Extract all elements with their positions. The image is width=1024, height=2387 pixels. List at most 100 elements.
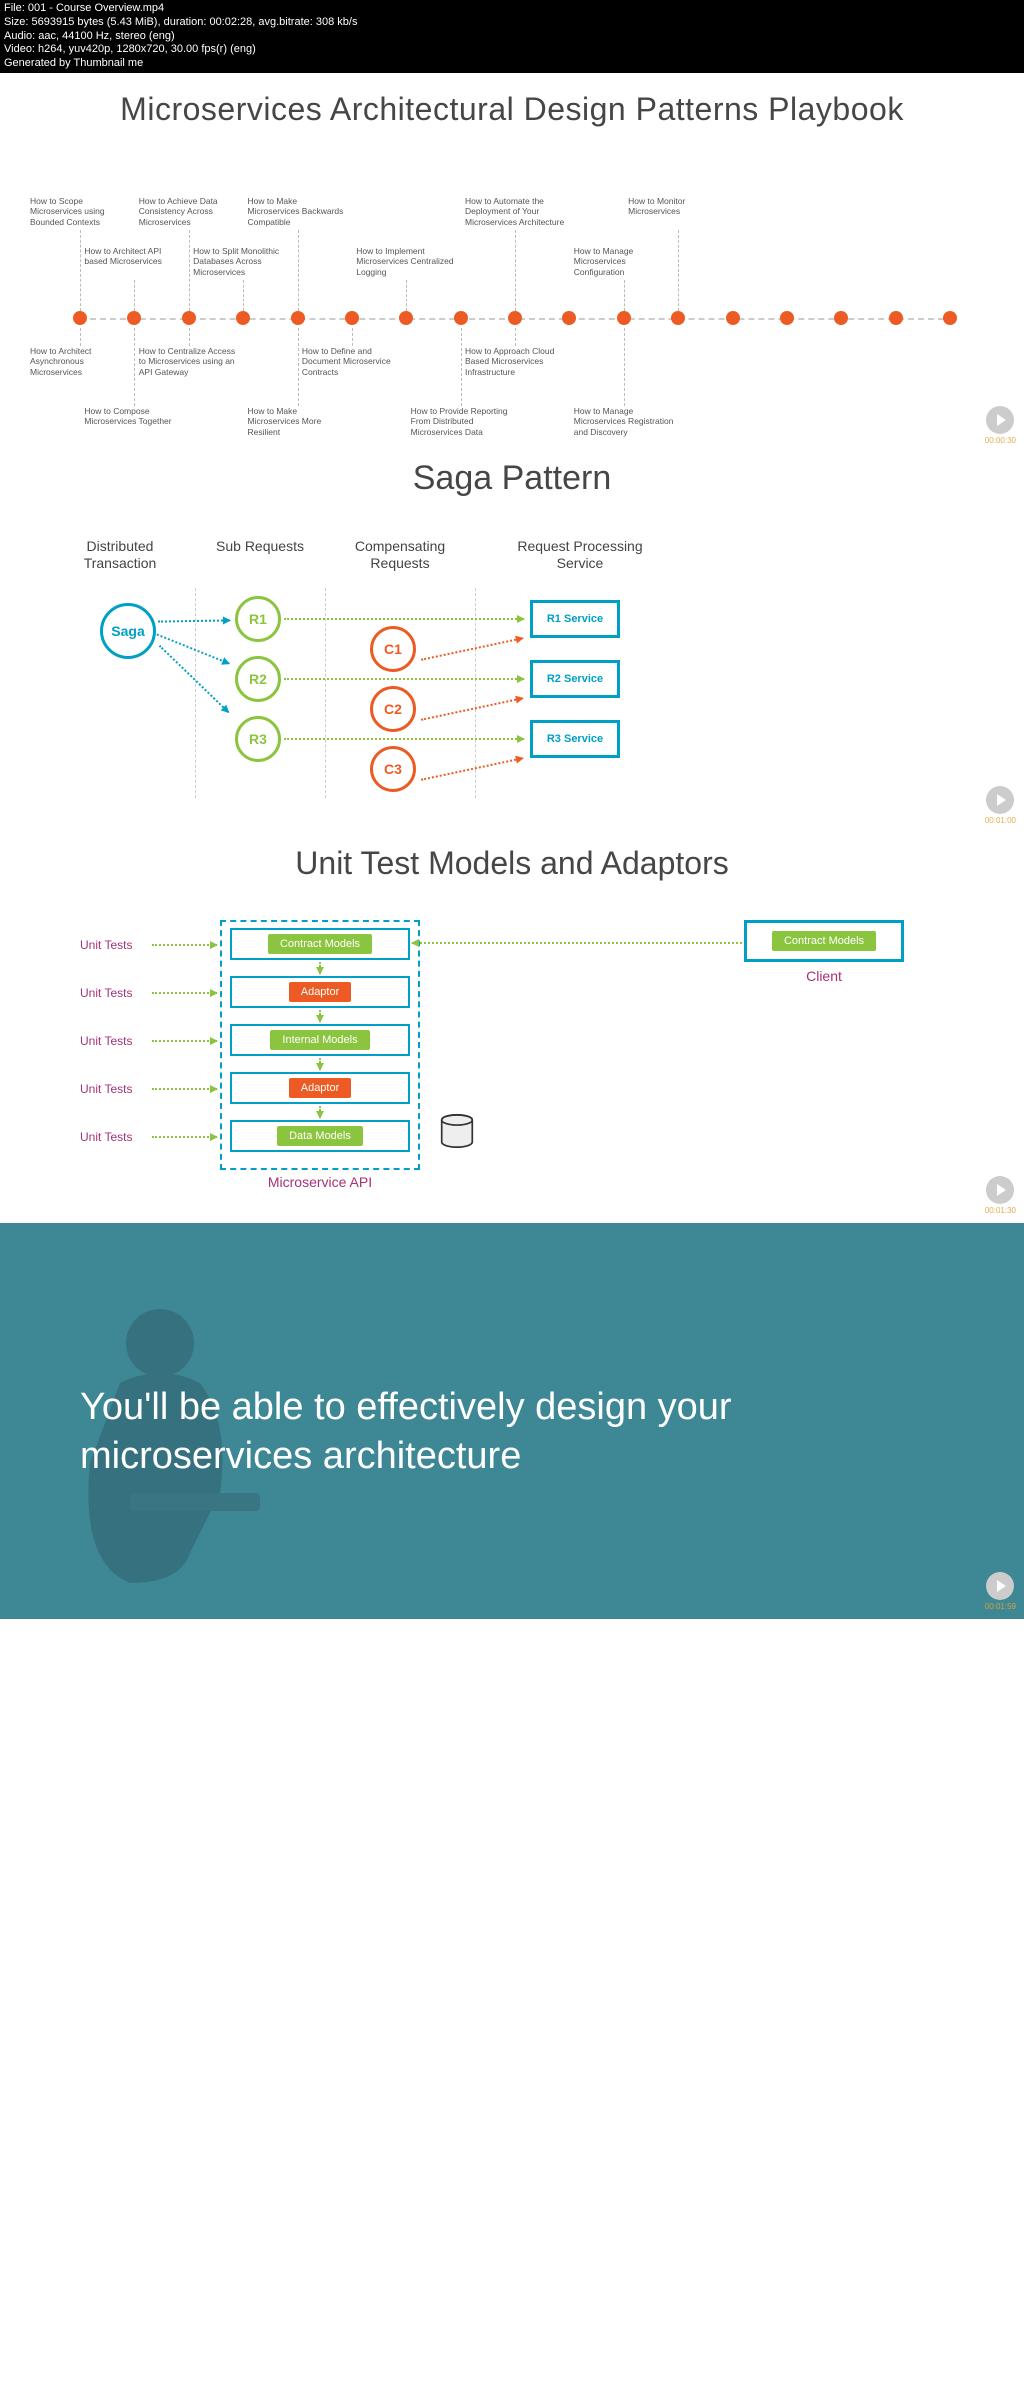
play-badge[interactable]: 00:00:30 (985, 406, 1016, 445)
timeline-connector (80, 328, 81, 346)
play-badge[interactable]: 00:01:00 (985, 786, 1016, 825)
unit-tests-label: Unit Tests (80, 986, 150, 1000)
r3-node: R3 (235, 716, 281, 762)
col-sub-req: Sub Requests (210, 538, 310, 556)
flow-arrow (319, 962, 321, 974)
unit-tests-label: Unit Tests (80, 1034, 150, 1048)
timeline-label: How to Split Monolithic Databases Across… (193, 246, 293, 278)
timeline-dot (236, 311, 250, 325)
slide-unit-test: Unit Test Models and Adaptors Microservi… (0, 833, 1024, 1223)
timeline-label: How to Scope Microservices using Bounded… (30, 196, 130, 228)
r2-node: R2 (235, 656, 281, 702)
ut-arrow (152, 1136, 217, 1138)
timeline-dot (562, 311, 576, 325)
timeline-label: How to Manage Microservices Registration… (574, 406, 674, 438)
timeline-connector (515, 328, 516, 346)
ut-arrow (152, 944, 217, 946)
timeline-label: How to Approach Cloud Based Microservice… (465, 346, 565, 378)
timeline: /*placeholder*/ How to Scope Microservic… (50, 128, 974, 428)
arrow (421, 757, 523, 781)
timeline-dot (726, 311, 740, 325)
timeline-label: How to Define and Document Microservice … (302, 346, 402, 378)
timeline-connector (298, 328, 299, 406)
metadata-bar: File: 001 - Course Overview.mp4 Size: 56… (0, 0, 1024, 73)
timeline-dot (73, 311, 87, 325)
timeline-label: How to Compose Microservices Together (84, 406, 184, 427)
unit-tests-label: Unit Tests (80, 938, 150, 952)
r1-node: R1 (235, 596, 281, 642)
timeline-connector (298, 230, 299, 311)
arrow (158, 619, 230, 622)
ut-arrow (152, 1088, 217, 1090)
client-box: Contract Models (744, 920, 904, 962)
flow-arrow (319, 1010, 321, 1022)
play-icon[interactable] (986, 1572, 1014, 1600)
c3-node: C3 (370, 746, 416, 792)
meta-video: Video: h264, yuv420p, 1280x720, 30.00 fp… (4, 43, 1020, 57)
timeline-connector (352, 328, 353, 346)
arrow (159, 645, 229, 713)
timeline-dot (943, 311, 957, 325)
timestamp: 00:01:59 (985, 1602, 1016, 1611)
col-req-proc: Request Processing Service (500, 538, 660, 573)
play-icon[interactable] (986, 1176, 1014, 1204)
timeline-connector (189, 328, 190, 346)
timeline-dot (454, 311, 468, 325)
timeline-dot (182, 311, 196, 325)
timeline-connector (134, 280, 135, 311)
unit-tests-label: Unit Tests (80, 1082, 150, 1096)
col-comp-req: Compensating Requests (340, 538, 460, 573)
timestamp: 00:01:30 (985, 1206, 1016, 1215)
timeline-connector (624, 280, 625, 311)
play-badge[interactable]: 00:01:30 (985, 1176, 1016, 1215)
slide-saga: Saga Pattern Distributed Transaction Sub… (0, 453, 1024, 833)
flow-arrow (319, 1106, 321, 1118)
arrow (284, 618, 524, 620)
timeline-label: How to Architect API based Microservices (84, 246, 184, 267)
timeline-connector (515, 230, 516, 311)
r3-service: R3 Service (530, 720, 620, 758)
timeline-label: How to Implement Microservices Centraliz… (356, 246, 456, 278)
unit-test-diagram: Microservice API Contract Models Adaptor… (50, 882, 974, 1202)
arrow (284, 738, 524, 740)
saga-node: Saga (100, 603, 156, 659)
c1-node: C1 (370, 626, 416, 672)
timeline-dot (617, 311, 631, 325)
arrow (156, 633, 229, 664)
slide1-title: Microservices Architectural Design Patte… (0, 73, 1024, 128)
meta-gen: Generated by Thumbnail me (4, 57, 1020, 71)
r1-service: R1 Service (530, 600, 620, 638)
timestamp: 00:00:30 (985, 436, 1016, 445)
timeline-label: How to Manage Microservices Configuratio… (574, 246, 674, 278)
play-badge[interactable]: 00:01:59 (985, 1572, 1016, 1611)
timeline-label: How to Provide Reporting From Distribute… (411, 406, 511, 438)
timeline-label: How to Make Microservices More Resilient (248, 406, 348, 438)
arrow (421, 697, 523, 721)
timeline-connector (406, 280, 407, 311)
timeline-dot (780, 311, 794, 325)
timeline-connector (624, 328, 625, 406)
saga-diagram: Distributed Transaction Sub Requests Com… (50, 498, 974, 818)
layer-data: Data Models (230, 1120, 410, 1152)
timeline-dot (671, 311, 685, 325)
slide3-title: Unit Test Models and Adaptors (0, 833, 1024, 882)
col-dist-trans: Distributed Transaction (60, 538, 180, 573)
meta-audio: Audio: aac, 44100 Hz, stereo (eng) (4, 30, 1020, 44)
meta-file: File: 001 - Course Overview.mp4 (4, 2, 1020, 16)
timeline-dot (889, 311, 903, 325)
client-label: Client (744, 968, 904, 984)
client-arrow (412, 942, 742, 944)
slide2-title: Saga Pattern (0, 453, 1024, 498)
microservice-api-label: Microservice API (220, 1174, 420, 1190)
flow-arrow (319, 1058, 321, 1070)
timeline-connector (189, 230, 190, 311)
slide-closing: You'll be able to effectively design you… (0, 1223, 1024, 1619)
play-icon[interactable] (986, 406, 1014, 434)
timeline-dot (399, 311, 413, 325)
timeline-label: How to Automate the Deployment of Your M… (465, 196, 565, 228)
play-icon[interactable] (986, 786, 1014, 814)
arrow (421, 637, 523, 661)
timeline-dot (834, 311, 848, 325)
timeline-connector (80, 230, 81, 311)
layer-internal: Internal Models (230, 1024, 410, 1056)
